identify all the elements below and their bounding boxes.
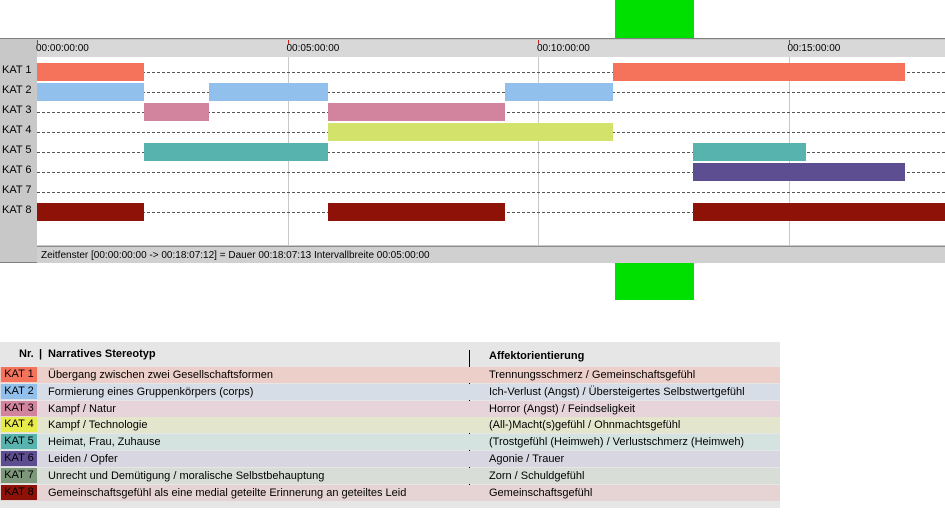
category-badge: KAT 6 xyxy=(1,451,37,466)
segment-kat-3[interactable] xyxy=(327,103,506,121)
row-label-kat-7: KAT 7 xyxy=(2,184,32,196)
segment-kat-8[interactable] xyxy=(327,203,506,221)
category-badge: KAT 2 xyxy=(1,383,37,399)
segment-kat-4[interactable] xyxy=(327,123,614,141)
segment-kat-2[interactable] xyxy=(505,83,614,101)
timeline-panel: 00:00:00:00 00:05:00:00 00:10:00:00 00:15:0… xyxy=(0,38,945,263)
legend-row: KAT 5 Heimat, Frau, Zuhause (Trostgefühl (… xyxy=(0,434,780,451)
legend-table: Nr. | Narratives Stereotyp Affektorienti… xyxy=(0,342,780,508)
affect-text: Ich-Verlust (Angst) / Übersteigertes Sel… xyxy=(489,385,745,398)
ruler-tick-label: 00:15:00:00 xyxy=(787,43,841,54)
header-separator: | xyxy=(39,348,43,360)
ruler-tick-label: 00:10:00:00 xyxy=(537,43,590,54)
header-affect: Affektorientierung xyxy=(489,350,585,362)
timeline-track[interactable] xyxy=(37,57,945,245)
narrative-text: Unrecht und Demütigung / moralische Selb… xyxy=(48,469,325,482)
category-badge: KAT 7 xyxy=(1,467,37,483)
segment-kat-8[interactable] xyxy=(693,203,945,221)
legend-row: KAT 2 Formierung eines Gruppenkörpers (co… xyxy=(0,383,780,400)
segment-kat-5[interactable] xyxy=(143,143,328,161)
affect-text: (Trostgefühl (Heimweh) / Verlustschmerz … xyxy=(489,436,745,449)
row-guide-line xyxy=(37,192,945,193)
legend-row: KAT 3 Kampf / Natur Horror (Angst) / Feind… xyxy=(0,400,780,417)
row-label-kat-3: KAT 3 xyxy=(2,104,32,116)
header-nr: Nr. xyxy=(19,348,34,360)
legend-row: KAT 4 Kampf / Technologie (All-)Macht(s)ge… xyxy=(0,417,780,434)
row-label-kat-4: KAT 4 xyxy=(2,124,32,136)
legend-row: KAT 7 Unrecht und Demütigung / moralische… xyxy=(0,467,780,484)
segment-kat-2[interactable] xyxy=(37,83,144,101)
row-label-kat-8: KAT 8 xyxy=(2,204,32,216)
segment-kat-3[interactable] xyxy=(143,103,209,121)
segment-kat-5[interactable] xyxy=(693,143,807,161)
legend-row: KAT 1 Übergang zwischen zwei Gesellschaft… xyxy=(0,367,780,383)
row-label-kat-2: KAT 2 xyxy=(2,84,32,96)
affect-text: Horror (Angst) / Feindseligkeit xyxy=(489,402,636,415)
category-badge: KAT 8 xyxy=(1,484,37,500)
segment-kat-2[interactable] xyxy=(208,83,328,101)
narrative-text: Leiden / Opfer xyxy=(48,453,118,465)
legend-row: KAT 6 Leiden / Opfer Agonie / Trauer xyxy=(0,451,780,467)
segment-kat-8[interactable] xyxy=(37,203,144,221)
narrative-text: Kampf / Technologie xyxy=(48,419,148,432)
narrative-text: Kampf / Natur xyxy=(48,402,116,415)
affect-text: Gemeinschaftsgefühl xyxy=(489,486,593,499)
row-label-kat-5: KAT 5 xyxy=(2,144,32,156)
time-ruler: 00:00:00:00 00:05:00:00 00:10:00:00 00:15:0… xyxy=(36,40,945,58)
affect-text: Zorn / Schuldgefühl xyxy=(489,469,585,482)
affect-text: Trennungsschmerz / Gemeinschaftsgefühl xyxy=(489,369,696,381)
category-badge: KAT 4 xyxy=(1,417,37,433)
affect-text: Agonie / Trauer xyxy=(489,453,565,465)
row-label-kat-1: KAT 1 xyxy=(2,64,32,76)
narrative-text: Übergang zwischen zwei Gesellschaftsform… xyxy=(48,369,273,381)
category-badge: KAT 5 xyxy=(1,434,37,450)
category-badge: KAT 3 xyxy=(1,400,37,416)
affect-text: (All-)Macht(s)gefühl / Ohnmachtsgefühl xyxy=(489,419,681,432)
header-narrative: Narratives Stereotyp xyxy=(48,348,156,360)
segment-kat-1[interactable] xyxy=(37,63,144,81)
ruler-tick-label: 00:00:00:00 xyxy=(36,43,89,54)
segment-kat-6[interactable] xyxy=(693,163,906,181)
narrative-text: Gemeinschaftsgefühl als eine medial gete… xyxy=(48,486,407,499)
segment-kat-1[interactable] xyxy=(613,63,906,81)
ruler-tick-label: 00:05:00:00 xyxy=(286,43,340,54)
legend-row: KAT 8 Gemeinschaftsgefühl als eine medial… xyxy=(0,484,780,501)
row-label-kat-6: KAT 6 xyxy=(2,164,32,176)
status-bar: Zeitfenster [00:00:00:00 -> 00:18:07:12]… xyxy=(37,246,945,263)
narrative-text: Heimat, Frau, Zuhause xyxy=(48,436,161,449)
row-guide-line xyxy=(37,92,945,93)
narrative-text: Formierung eines Gruppenkörpers (corps) xyxy=(48,385,254,398)
category-badge: KAT 1 xyxy=(1,367,37,382)
